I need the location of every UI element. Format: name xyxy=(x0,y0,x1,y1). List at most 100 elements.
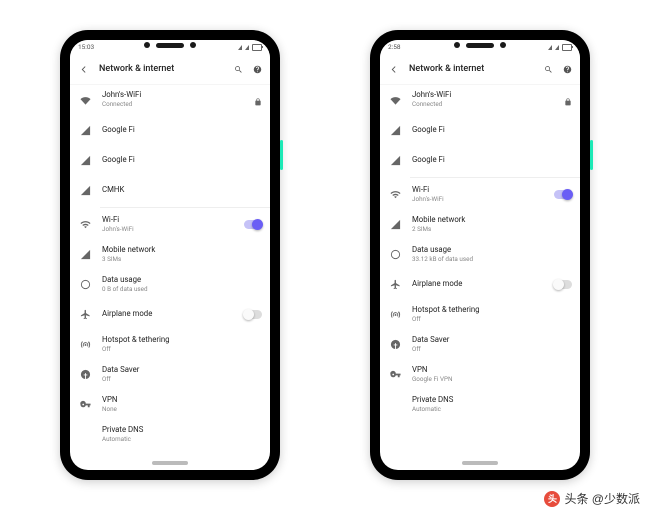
row-label: John's-WiFi xyxy=(102,91,234,100)
row-sublabel: Off xyxy=(102,346,234,353)
help-icon[interactable] xyxy=(253,65,262,74)
toggle-switch[interactable] xyxy=(244,220,262,229)
back-icon[interactable] xyxy=(388,64,399,75)
row-label: Data Saver xyxy=(412,336,544,345)
hotspot-icon xyxy=(78,339,92,350)
signal-icon xyxy=(78,185,92,196)
settings-row[interactable]: Google Fi xyxy=(380,145,580,175)
watermark-badge: 头 xyxy=(544,491,560,507)
row-sublabel: Off xyxy=(102,376,234,383)
row-label: Airplane mode xyxy=(412,280,544,289)
gesture-nav-bar[interactable] xyxy=(380,456,580,470)
search-icon[interactable] xyxy=(544,65,553,74)
row-text: Wi-FiJohn's-WiFi xyxy=(102,216,234,233)
signal-icon xyxy=(548,45,552,50)
settings-row[interactable]: CMHK xyxy=(70,175,270,205)
settings-row[interactable]: VPNGoogle Fi VPN xyxy=(380,360,580,390)
settings-row[interactable]: Airplane mode xyxy=(70,300,270,330)
settings-row[interactable]: Private DNSAutomatic xyxy=(380,390,580,420)
signal-icon xyxy=(78,249,92,260)
phone-screen: 15:03Network & internetJohn's-WiFiConnec… xyxy=(70,40,270,470)
row-sublabel: Automatic xyxy=(412,406,544,413)
signal-icon xyxy=(78,125,92,136)
row-text: Google Fi xyxy=(412,156,544,165)
signal-icon xyxy=(388,125,402,136)
settings-row[interactable]: Data usage0 B of data used xyxy=(70,270,270,300)
signal-icon xyxy=(245,45,249,50)
settings-row[interactable]: John's-WiFiConnected xyxy=(70,85,270,115)
settings-row[interactable]: Hotspot & tetheringOff xyxy=(70,330,270,360)
toggle-switch[interactable] xyxy=(554,190,572,199)
settings-row[interactable]: Wi-FiJohn's-WiFi xyxy=(380,180,580,210)
hotspot-icon xyxy=(388,309,402,320)
datasaver-icon xyxy=(388,339,402,350)
settings-row[interactable]: Private DNSAutomatic xyxy=(70,420,270,450)
toggle-switch[interactable] xyxy=(244,310,262,319)
row-text: Google Fi xyxy=(102,156,234,165)
search-icon[interactable] xyxy=(234,65,243,74)
gesture-nav-bar[interactable] xyxy=(70,456,270,470)
row-text: Airplane mode xyxy=(102,310,234,319)
row-sublabel: Automatic xyxy=(102,436,234,443)
status-time: 2:58 xyxy=(388,43,401,51)
row-label: Private DNS xyxy=(412,396,544,405)
row-text: John's-WiFiConnected xyxy=(102,91,234,108)
row-sublabel: Connected xyxy=(102,101,234,108)
vpn-icon xyxy=(78,399,92,410)
app-bar: Network & internet xyxy=(70,54,270,85)
signal-icon xyxy=(388,155,402,166)
row-sublabel: Connected xyxy=(412,101,544,108)
row-sublabel: 0 B of data used xyxy=(102,286,234,293)
settings-row[interactable]: Hotspot & tetheringOff xyxy=(380,300,580,330)
row-text: Google Fi xyxy=(102,126,234,135)
watermark-text: 头条 @少数派 xyxy=(564,490,640,507)
row-text: Mobile network3 SIMs xyxy=(102,246,234,263)
divider xyxy=(410,177,580,178)
app-bar: Network & internet xyxy=(380,54,580,85)
row-text: Airplane mode xyxy=(412,280,544,289)
back-icon[interactable] xyxy=(78,64,89,75)
row-text: Data usage33.12 kB of data used xyxy=(412,246,544,263)
settings-row[interactable]: Airplane mode xyxy=(380,270,580,300)
toggle-switch[interactable] xyxy=(554,280,572,289)
battery-icon xyxy=(252,44,262,51)
row-text: Data SaverOff xyxy=(412,336,544,353)
row-text: VPNNone xyxy=(102,396,234,413)
row-label: VPN xyxy=(102,396,234,405)
settings-list: John's-WiFiConnectedGoogle FiGoogle FiCM… xyxy=(70,85,270,456)
row-sublabel: Off xyxy=(412,346,544,353)
row-sublabel: 3 SIMs xyxy=(102,256,234,263)
wifi-full-icon xyxy=(388,95,402,106)
row-label: Private DNS xyxy=(102,426,234,435)
settings-row[interactable]: Google Fi xyxy=(380,115,580,145)
settings-row[interactable]: Mobile network2 SIMs xyxy=(380,210,580,240)
row-sublabel: 2 SIMs xyxy=(412,226,544,233)
row-label: Google Fi xyxy=(412,126,544,135)
data-icon xyxy=(388,249,402,260)
row-text: Wi-FiJohn's-WiFi xyxy=(412,186,544,203)
row-label: Wi-Fi xyxy=(102,216,234,225)
row-text: Data SaverOff xyxy=(102,366,234,383)
datasaver-icon xyxy=(78,369,92,380)
row-text: John's-WiFiConnected xyxy=(412,91,544,108)
wifi-full-icon xyxy=(78,95,92,106)
row-text: Private DNSAutomatic xyxy=(102,426,234,443)
settings-row[interactable]: John's-WiFiConnected xyxy=(380,85,580,115)
row-label: Google Fi xyxy=(102,126,234,135)
settings-row[interactable]: Google Fi xyxy=(70,115,270,145)
row-label: Hotspot & tethering xyxy=(102,336,234,345)
row-label: CMHK xyxy=(102,186,234,195)
row-label: VPN xyxy=(412,366,544,375)
settings-row[interactable]: Data SaverOff xyxy=(380,330,580,360)
status-icons xyxy=(238,44,262,51)
settings-row[interactable]: Mobile network3 SIMs xyxy=(70,240,270,270)
row-text: CMHK xyxy=(102,186,234,195)
help-icon[interactable] xyxy=(563,65,572,74)
row-sublabel: John's-WiFi xyxy=(102,226,234,233)
settings-row[interactable]: Data SaverOff xyxy=(70,360,270,390)
settings-row[interactable]: Google Fi xyxy=(70,145,270,175)
settings-row[interactable]: Wi-FiJohn's-WiFi xyxy=(70,210,270,240)
settings-row[interactable]: Data usage33.12 kB of data used xyxy=(380,240,580,270)
row-sublabel: None xyxy=(102,406,234,413)
settings-row[interactable]: VPNNone xyxy=(70,390,270,420)
